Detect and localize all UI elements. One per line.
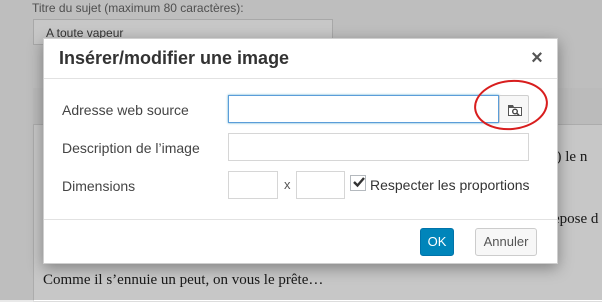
dialog-title: Insérer/modifier une image — [59, 48, 290, 68]
cancel-button[interactable]: Annuler — [475, 228, 537, 256]
constrain-proportions-checkbox[interactable] — [350, 175, 366, 191]
dimension-separator: x — [284, 177, 291, 192]
close-icon[interactable]: × — [527, 47, 547, 69]
dimensions-label: Dimensions — [62, 178, 136, 194]
width-input[interactable] — [228, 171, 278, 199]
description-input[interactable] — [228, 133, 529, 161]
description-label: Description de l’image — [62, 140, 200, 156]
constrain-proportions-label: Respecter les proportions — [370, 177, 530, 193]
insert-image-dialog: Insérer/modifier une image × Adresse web… — [43, 38, 558, 264]
dialog-header: Insérer/modifier une image × — [44, 39, 557, 79]
source-url-input[interactable] — [228, 95, 499, 123]
height-input[interactable] — [296, 171, 345, 199]
checkmark-icon — [353, 177, 365, 188]
dialog-footer: OK Annuler — [44, 219, 557, 263]
ok-button[interactable]: OK — [420, 228, 454, 256]
source-label: Adresse web source — [62, 102, 189, 118]
